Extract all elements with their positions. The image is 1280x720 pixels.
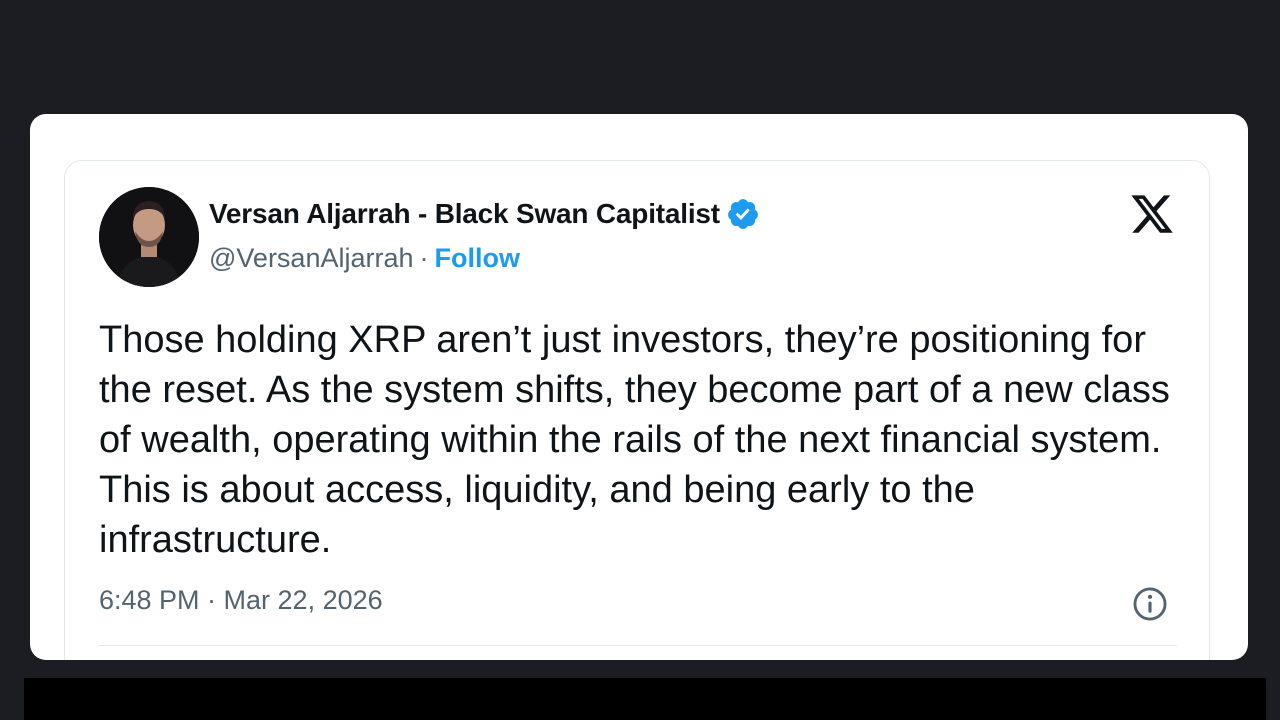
author-handle[interactable]: @VersanAljarrah <box>209 243 414 274</box>
separator-dot: · <box>419 243 429 273</box>
tweet-text: Those holding XRP aren’t just investors,… <box>99 319 1170 561</box>
divider <box>99 645 1177 646</box>
bottom-black-bar <box>24 678 1266 720</box>
x-logo-icon[interactable] <box>1129 191 1175 237</box>
embedded-tweet-card: Versan Aljarrah - Black Swan Capitalist … <box>30 114 1248 660</box>
author-name[interactable]: Versan Aljarrah - Black Swan Capitalist <box>209 198 720 230</box>
handle-row: @VersanAljarrah · Follow <box>209 243 520 274</box>
verified-icon <box>726 197 760 231</box>
follow-button[interactable]: Follow <box>435 243 520 274</box>
tweet-timestamp[interactable]: 6:48 PM · Mar 22, 2026 <box>99 585 383 616</box>
author-name-row: Versan Aljarrah - Black Swan Capitalist <box>209 197 760 231</box>
info-icon[interactable] <box>1131 585 1169 623</box>
avatar[interactable] <box>99 187 199 287</box>
tweet-container[interactable]: Versan Aljarrah - Black Swan Capitalist … <box>64 160 1210 660</box>
